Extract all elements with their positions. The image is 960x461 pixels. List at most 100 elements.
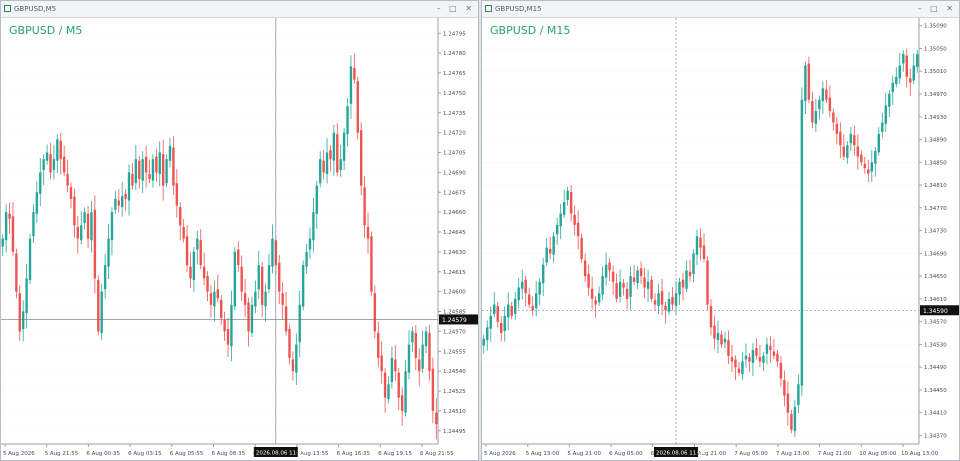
candle-body — [828, 97, 832, 112]
candle-body — [404, 371, 407, 413]
price-tick-label: 1.24690 — [443, 170, 466, 176]
time-tick-label: 6 Aug 03:15 — [128, 451, 162, 457]
price-tick-label: 1.24540 — [443, 369, 466, 375]
candle-body — [678, 281, 681, 295]
candle-body — [114, 198, 117, 210]
candle-body — [189, 266, 192, 279]
candle-body — [121, 196, 124, 208]
candle-body — [291, 359, 295, 372]
candle-body — [73, 196, 76, 226]
candle-body — [59, 140, 62, 160]
candle-body — [414, 332, 418, 358]
candle-body — [751, 350, 755, 363]
candle-body — [486, 327, 489, 341]
candle-body — [383, 372, 387, 398]
candle-body — [790, 414, 793, 430]
candle-body — [18, 293, 21, 332]
candle-body — [482, 338, 485, 346]
candle-body — [124, 193, 127, 199]
candle-body — [706, 260, 709, 305]
candle-body — [891, 82, 895, 92]
candle-body — [594, 300, 597, 305]
time-tick-label: 5 Aug 2026 — [484, 451, 516, 457]
candlestick-chart[interactable]: 1.35090 1.35050 1.35010 1.34970 1.34930 1.348… — [482, 18, 959, 460]
window-control-buttons[interactable]: – □ ✕ — [437, 1, 475, 17]
candle-body — [151, 159, 155, 181]
chart-window-m5[interactable]: GBPUSD,M5 – □ ✕ 1.24795 1.24780 1.24765 1.2… — [0, 0, 479, 461]
symbol-label: GBPUSD / M15 — [490, 24, 571, 37]
candle-body — [76, 226, 80, 239]
window-titlebar[interactable]: GBPUSD,M15 – □ ✕ — [482, 1, 959, 18]
chart-window-icon — [485, 5, 492, 12]
candle-body — [902, 54, 905, 64]
price-tick-label: 1.34770 — [924, 206, 947, 212]
candle-body — [148, 173, 151, 179]
candle-body — [202, 266, 206, 279]
candlestick-chart[interactable]: 1.24795 1.24780 1.24765 1.24750 1.24735 1.247… — [1, 18, 478, 460]
window-control-buttons[interactable]: – □ ✕ — [918, 1, 956, 17]
candle-body — [216, 289, 219, 299]
candle-body — [411, 331, 414, 343]
chart-window-m15[interactable]: GBPUSD,M15 – □ ✕ 1.35090 1.35050 1.35010 1.… — [481, 0, 960, 461]
candle-body — [295, 344, 298, 373]
plot-background — [1, 20, 438, 444]
time-tick-label: 5 Aug 13:00 — [526, 451, 560, 457]
candle-body — [713, 325, 716, 339]
price-tick-label: 1.34610 — [924, 297, 947, 303]
chart-area[interactable]: 1.24795 1.24780 1.24765 1.24750 1.24735 1.247… — [1, 18, 478, 460]
time-tick-label: 6 Aug 00:35 — [86, 451, 120, 457]
candle-body — [510, 305, 513, 316]
candle-body — [127, 172, 131, 201]
candle-body — [863, 163, 867, 168]
window-title: GBPUSD,M5 — [14, 5, 57, 13]
candle-body — [804, 65, 807, 102]
candle-body — [62, 156, 66, 173]
candle-body — [783, 379, 786, 396]
chart-area[interactable]: 1.35090 1.35050 1.35010 1.34970 1.34930 1.348… — [482, 18, 959, 460]
candle-body — [884, 105, 888, 124]
candle-body — [418, 359, 421, 372]
candle-body — [685, 270, 688, 289]
price-tick-label: 1.35010 — [924, 69, 947, 75]
candle-body — [144, 156, 148, 173]
price-tick-label: 1.24495 — [443, 429, 466, 435]
candle-body — [363, 187, 366, 226]
candle-body — [597, 293, 601, 303]
price-tick-label: 1.24675 — [443, 190, 466, 196]
candle-body — [660, 291, 664, 305]
candle-body — [250, 304, 254, 333]
price-tick-label: 1.24555 — [443, 349, 466, 355]
candle-body — [702, 245, 706, 260]
candle-body — [909, 78, 912, 83]
candle-body — [653, 300, 657, 305]
candle-body — [281, 293, 284, 305]
candle-body — [835, 123, 839, 134]
candle-body — [35, 192, 39, 214]
candle-body — [818, 99, 821, 110]
time-tick-label: 10 Aug 13:00 — [901, 451, 939, 457]
candle-body — [83, 212, 86, 223]
candle-body — [254, 291, 257, 307]
candle-body — [646, 281, 650, 289]
price-tick-label: 1.24600 — [443, 290, 466, 296]
price-tick-label: 1.34410 — [924, 411, 947, 417]
candle-body — [301, 265, 305, 307]
candle-body — [25, 278, 28, 314]
candle-body — [240, 266, 243, 292]
candle-body — [636, 270, 639, 284]
candle-body — [213, 291, 216, 307]
candle-body — [80, 225, 83, 241]
candle-body — [772, 351, 776, 356]
candle-body — [56, 139, 59, 161]
candle-body — [199, 240, 202, 266]
candle-body — [349, 66, 353, 104]
candle-body — [916, 54, 919, 67]
price-tick-label: 1.34570 — [924, 320, 947, 326]
candle-body — [832, 112, 835, 123]
price-tick-label: 1.24630 — [443, 250, 466, 256]
candle-body — [695, 236, 699, 255]
candle-body — [380, 355, 383, 372]
candle-body — [622, 283, 625, 288]
candle-body — [305, 251, 308, 267]
window-titlebar[interactable]: GBPUSD,M5 – □ ✕ — [1, 1, 478, 18]
